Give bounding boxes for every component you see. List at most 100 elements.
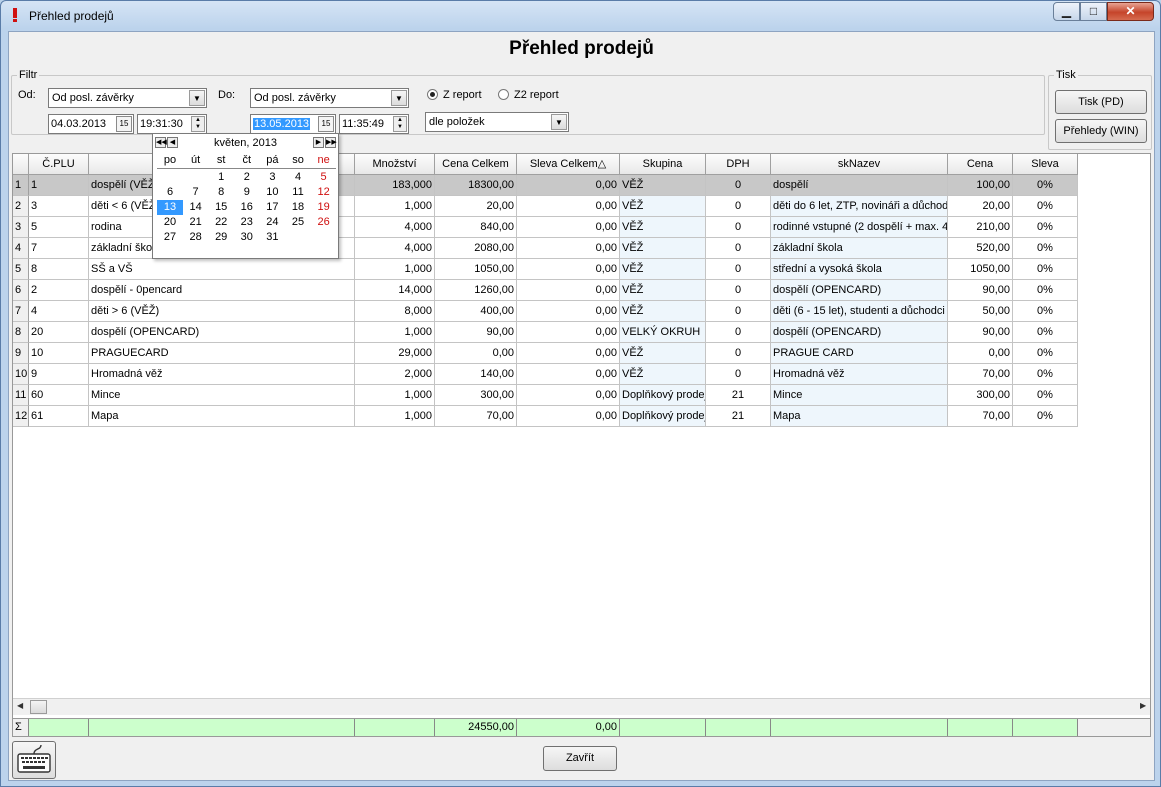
calendar-day[interactable]: 11 [285,185,311,200]
cell-discount[interactable]: 0% [1013,217,1078,238]
cell-plu[interactable]: 61 [29,406,89,427]
cell-quantity[interactable]: 1,000 [355,196,435,217]
calendar-day[interactable]: 6 [157,185,183,200]
group-by-select[interactable]: dle položek ▼ [425,112,569,132]
cell-group[interactable]: VĚŽ [620,364,706,385]
cell-row-number[interactable]: 7 [13,301,29,322]
calendar-day[interactable]: 22 [208,215,234,230]
calendar-day[interactable]: 25 [285,215,311,230]
cell-group[interactable]: Doplňkový prodej [620,406,706,427]
column-header-discount[interactable]: Sleva [1013,154,1078,175]
cell-sk-name[interactable]: rodinné vstupné (2 dospělí + max. 4 děti… [771,217,948,238]
cell-discount[interactable]: 0% [1013,364,1078,385]
cell-group[interactable]: Doplňkový prodej [620,385,706,406]
cell-vat[interactable]: 0 [706,343,771,364]
cell-total-discount[interactable]: 0,00 [517,322,620,343]
keyboard-button[interactable] [12,741,56,779]
calendar-day[interactable]: 1 [208,170,234,185]
cell-sk-name[interactable]: dospělí (OPENCARD) [771,280,948,301]
cell-vat[interactable]: 0 [706,175,771,196]
calendar-day[interactable]: 26 [311,215,337,230]
cell-plu[interactable]: 20 [29,322,89,343]
cell-plu[interactable]: 1 [29,175,89,196]
cell-row-number[interactable]: 12 [13,406,29,427]
cell-total-discount[interactable]: 0,00 [517,343,620,364]
cell-row-number[interactable]: 3 [13,217,29,238]
cell-discount[interactable]: 0% [1013,259,1078,280]
calendar-day[interactable]: 18 [285,200,311,215]
cell-group[interactable]: VĚŽ [620,238,706,259]
cell-group[interactable]: VĚŽ [620,217,706,238]
calendar-icon[interactable]: 15 [318,116,334,132]
cell-vat[interactable]: 21 [706,406,771,427]
cell-plu[interactable]: 5 [29,217,89,238]
cell-discount[interactable]: 0% [1013,406,1078,427]
cell-item-name[interactable]: PRAGUECARD [89,343,355,364]
calendar-day[interactable]: 31 [259,230,285,245]
cell-vat[interactable]: 0 [706,238,771,259]
column-header-group[interactable]: Skupina [620,154,706,175]
calendar-day[interactable]: 30 [234,230,260,245]
cell-item-name[interactable]: Mince [89,385,355,406]
calendar-day[interactable]: 7 [183,185,209,200]
cell-total-price[interactable]: 400,00 [435,301,517,322]
cell-row-number[interactable]: 10 [13,364,29,385]
cell-total-price[interactable]: 2080,00 [435,238,517,259]
cell-price[interactable]: 50,00 [948,301,1013,322]
cell-plu[interactable]: 4 [29,301,89,322]
next-month-icon[interactable]: ▶ [313,137,324,148]
cell-item-name[interactable]: dospělí (OPENCARD) [89,322,355,343]
column-header-plu[interactable]: Č.PLU [29,154,89,175]
cell-sk-name[interactable]: děti (6 - 15 let), studenti a důchodci [771,301,948,322]
column-header-sk-name[interactable]: skNazev [771,154,948,175]
cell-vat[interactable]: 0 [706,280,771,301]
cell-price[interactable]: 90,00 [948,280,1013,301]
cell-group[interactable]: VĚŽ [620,343,706,364]
cell-sk-name[interactable]: dospělí [771,175,948,196]
cell-quantity[interactable]: 183,000 [355,175,435,196]
cell-quantity[interactable]: 8,000 [355,301,435,322]
cell-quantity[interactable]: 14,000 [355,280,435,301]
cell-item-name[interactable]: Hromadná věž [89,364,355,385]
cell-total-price[interactable]: 300,00 [435,385,517,406]
calendar-day[interactable]: 13 [157,200,183,215]
od-date-field[interactable]: 04.03.2013 15 [48,114,134,134]
calendar-day[interactable]: 23 [234,215,260,230]
cell-discount[interactable]: 0% [1013,196,1078,217]
cell-row-number[interactable]: 2 [13,196,29,217]
minimize-button[interactable]: ▁ [1053,2,1080,21]
cell-row-number[interactable]: 6 [13,280,29,301]
cell-total-price[interactable]: 1050,00 [435,259,517,280]
calendar-day[interactable]: 20 [157,215,183,230]
cell-group[interactable]: VĚŽ [620,196,706,217]
calendar-day[interactable]: 19 [311,200,337,215]
cell-total-price[interactable]: 18300,00 [435,175,517,196]
column-header-total-discount[interactable]: Sleva Celkem△ [517,154,620,175]
cell-group[interactable]: VELKÝ OKRUH [620,322,706,343]
cell-discount[interactable]: 0% [1013,280,1078,301]
cell-sk-name[interactable]: děti do 6 let, ZTP, novináři a důchodci [771,196,948,217]
cell-vat[interactable]: 0 [706,322,771,343]
calendar-day[interactable]: 15 [208,200,234,215]
cell-discount[interactable]: 0% [1013,385,1078,406]
cell-total-price[interactable]: 20,00 [435,196,517,217]
cell-price[interactable]: 1050,00 [948,259,1013,280]
cell-total-price[interactable]: 90,00 [435,322,517,343]
cell-plu[interactable]: 9 [29,364,89,385]
column-header-vat[interactable]: DPH [706,154,771,175]
cell-sk-name[interactable]: dospělí (OPENCARD) [771,322,948,343]
cell-quantity[interactable]: 2,000 [355,364,435,385]
calendar-day[interactable]: 4 [285,170,311,185]
cell-group[interactable]: VĚŽ [620,259,706,280]
prehledy-button[interactable]: Přehledy (WIN) [1055,119,1147,143]
cell-price[interactable]: 20,00 [948,196,1013,217]
cell-total-price[interactable]: 70,00 [435,406,517,427]
time-spinner[interactable]: ▲ ▼ [393,116,407,132]
cell-quantity[interactable]: 4,000 [355,217,435,238]
column-header-quantity[interactable]: Množství [355,154,435,175]
calendar-day[interactable]: 28 [183,230,209,245]
close-window-button[interactable]: ✕ [1107,2,1154,21]
scroll-left-icon[interactable]: ◀ [17,701,23,710]
cell-item-name[interactable]: dospělí - 0pencard [89,280,355,301]
calendar-day[interactable]: 10 [259,185,285,200]
